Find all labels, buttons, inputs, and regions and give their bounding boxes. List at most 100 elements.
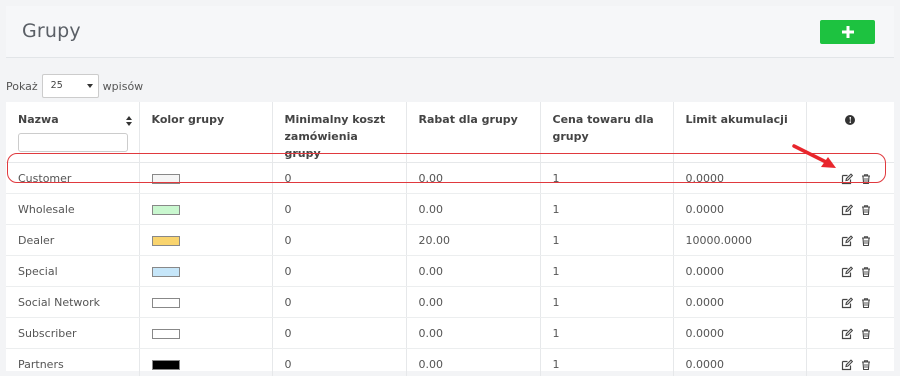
group-color-cell <box>139 255 273 287</box>
color-swatch <box>151 173 180 184</box>
actions-cell <box>806 255 894 287</box>
sort-icon[interactable] <box>125 116 133 126</box>
edit-icon[interactable] <box>841 296 854 309</box>
table-row: Partners 0 0.00 1 0.0000 <box>6 348 894 376</box>
column-header-min-cost: Minimalny koszt zamówienia grupy <box>272 102 407 163</box>
trash-icon[interactable] <box>860 235 872 247</box>
actions-cell <box>806 286 894 318</box>
table-row: Customer 0 0.00 1 0.0000 <box>6 162 894 194</box>
discount-cell: 0.00 <box>406 348 541 376</box>
price-cell: 1 <box>540 193 674 225</box>
group-color-cell <box>139 286 273 318</box>
color-swatch <box>151 328 180 339</box>
add-group-button[interactable] <box>820 20 875 44</box>
color-swatch <box>151 235 180 246</box>
limit-cell: 10000.0000 <box>673 224 807 256</box>
limit-cell: 0.0000 <box>673 255 807 287</box>
edit-icon[interactable] <box>841 172 854 185</box>
color-swatch <box>151 297 180 308</box>
annotation-arrow-icon <box>792 144 836 168</box>
trash-icon[interactable] <box>860 173 872 185</box>
column-header-name-label: Nazwa <box>18 113 59 126</box>
page-title: Grupy <box>22 20 81 42</box>
actions-cell <box>806 348 894 376</box>
trash-icon[interactable] <box>860 266 872 278</box>
groups-table: Nazwa Kolor grupy Minimalny koszt zamówi… <box>6 102 894 376</box>
min-cost-cell: 0 <box>272 255 407 287</box>
price-cell: 1 <box>540 286 674 318</box>
column-header-name[interactable]: Nazwa <box>6 102 140 163</box>
min-cost-cell: 0 <box>272 348 407 376</box>
table-row: Subscriber 0 0.00 1 0.0000 <box>6 317 894 349</box>
table-row: Wholesale 0 0.00 1 0.0000 <box>6 193 894 225</box>
table-row: Dealer 0 20.00 1 10000.0000 <box>6 224 894 256</box>
min-cost-cell: 0 <box>272 286 407 318</box>
page-length-select[interactable]: 25 <box>41 74 99 98</box>
actions-cell <box>806 193 894 225</box>
limit-cell: 0.0000 <box>673 286 807 318</box>
group-name-cell: Customer <box>6 162 140 194</box>
plus-icon <box>841 26 854 38</box>
min-cost-cell: 0 <box>272 193 407 225</box>
limit-cell: 0.0000 <box>673 317 807 349</box>
group-color-cell <box>139 224 273 256</box>
table-header-row: Nazwa Kolor grupy Minimalny koszt zamówi… <box>6 102 894 163</box>
actions-cell <box>806 224 894 256</box>
color-swatch <box>151 359 180 370</box>
edit-icon[interactable] <box>841 327 854 340</box>
discount-cell: 0.00 <box>406 255 541 287</box>
group-color-cell <box>139 162 273 194</box>
min-cost-cell: 0 <box>272 224 407 256</box>
discount-cell: 0.00 <box>406 317 541 349</box>
group-name-cell: Partners <box>6 348 140 376</box>
trash-icon[interactable] <box>860 359 872 371</box>
edit-icon[interactable] <box>841 234 854 247</box>
group-name-cell: Special <box>6 255 140 287</box>
limit-cell: 0.0000 <box>673 348 807 376</box>
group-color-cell <box>139 317 273 349</box>
min-cost-cell: 0 <box>272 162 407 194</box>
column-header-discount: Rabat dla grupy <box>406 102 541 163</box>
group-name-cell: Subscriber <box>6 317 140 349</box>
trash-icon[interactable] <box>860 204 872 216</box>
table-row: Special 0 0.00 1 0.0000 <box>6 255 894 287</box>
group-color-cell <box>139 193 273 225</box>
table-row: Social Network 0 0.00 1 0.0000 <box>6 286 894 318</box>
discount-cell: 20.00 <box>406 224 541 256</box>
column-header-price: Cena towaru dla grupy <box>540 102 674 163</box>
discount-cell: 0.00 <box>406 162 541 194</box>
chevron-down-icon <box>86 84 93 88</box>
trash-icon[interactable] <box>860 297 872 309</box>
limit-cell: 0.0000 <box>673 162 807 194</box>
price-cell: 1 <box>540 348 674 376</box>
color-swatch <box>151 204 180 215</box>
column-header-limit: Limit akumulacji <box>673 102 807 163</box>
price-cell: 1 <box>540 255 674 287</box>
group-name-cell: Dealer <box>6 224 140 256</box>
min-cost-cell: 0 <box>272 317 407 349</box>
page-header: Grupy <box>6 6 894 58</box>
page-length-value: 25 <box>50 80 63 91</box>
edit-icon[interactable] <box>841 265 854 278</box>
groups-table-container: Nazwa Kolor grupy Minimalny koszt zamówi… <box>6 102 894 376</box>
discount-cell: 0.00 <box>406 193 541 225</box>
edit-icon[interactable] <box>841 203 854 216</box>
price-cell: 1 <box>540 317 674 349</box>
group-color-cell <box>139 348 273 376</box>
edit-icon[interactable] <box>841 358 854 371</box>
name-filter-input[interactable] <box>18 133 128 152</box>
group-name-cell: Social Network <box>6 286 140 318</box>
group-name-cell: Wholesale <box>6 193 140 225</box>
limit-cell: 0.0000 <box>673 193 807 225</box>
column-header-color: Kolor grupy <box>139 102 273 163</box>
color-swatch <box>151 266 180 277</box>
price-cell: 1 <box>540 224 674 256</box>
price-cell: 1 <box>540 162 674 194</box>
actions-cell <box>806 317 894 349</box>
length-prefix-label: Pokaż <box>6 79 38 93</box>
page-length-control: Pokaż 25 wpisów <box>6 74 143 98</box>
length-suffix-label: wpisów <box>102 79 144 93</box>
discount-cell: 0.00 <box>406 286 541 318</box>
info-icon: ! <box>845 115 856 125</box>
trash-icon[interactable] <box>860 328 872 340</box>
